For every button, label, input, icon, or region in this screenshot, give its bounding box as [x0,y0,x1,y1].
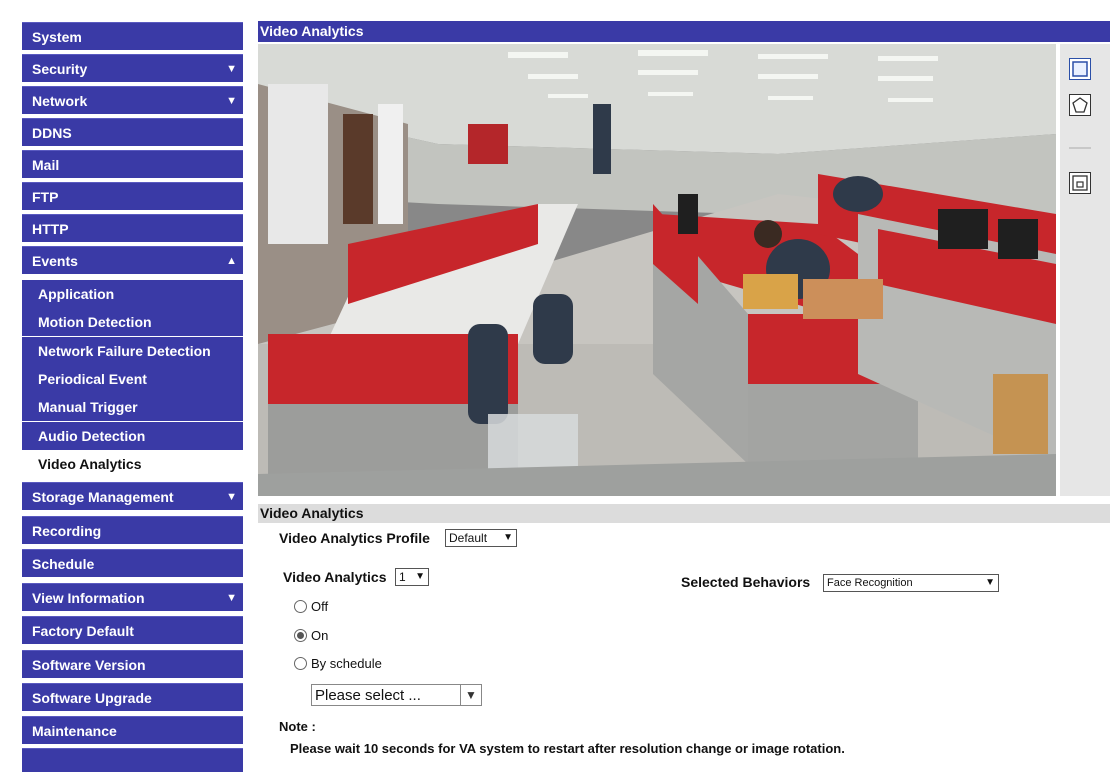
sidebar-item-software-version[interactable]: Software Version [22,650,243,678]
sidebar-item-security[interactable]: Security ▼ [22,54,243,82]
collapse-arrow-icon: ▲ [226,255,237,267]
sidebar-item-recording[interactable]: Recording [22,516,243,544]
window-icon[interactable] [1069,172,1091,194]
sidebar-item-system[interactable]: System [22,22,243,50]
chevron-down-icon: ▼ [460,685,481,705]
expand-arrow-icon: ▼ [226,592,237,604]
behaviors-select[interactable]: Face Recognition ▼ [823,574,999,592]
sidebar-item-empty [22,748,243,772]
expand-arrow-icon: ▼ [226,491,237,503]
sidebar-subitem-motion-detection[interactable]: Motion Detection [22,308,243,336]
sidebar-subitem-video-analytics[interactable]: Video Analytics [22,450,243,478]
sidebar-item-mail[interactable]: Mail [22,150,243,178]
profile-select[interactable]: Default ▼ [445,529,517,547]
rectangle-icon[interactable] [1069,58,1091,80]
sidebar-item-storage-management[interactable]: Storage Management ▼ [22,482,243,510]
sidebar-item-network[interactable]: Network ▼ [22,86,243,114]
drawing-toolbar [1060,44,1110,496]
va-select[interactable]: 1 ▼ [395,568,429,586]
sidebar-subitem-manual-trigger[interactable]: Manual Trigger [22,393,243,421]
radio-off[interactable] [294,600,307,613]
sidebar-subitem-application[interactable]: Application [22,280,243,308]
note-label: Note : [279,719,316,734]
camera-feed-image [258,44,1056,496]
sidebar-item-http[interactable]: HTTP [22,214,243,242]
video-preview[interactable] [258,44,1056,496]
sidebar-item-schedule[interactable]: Schedule [22,549,243,577]
sidebar-item-ftp[interactable]: FTP [22,182,243,210]
sidebar-subitem-periodical-event[interactable]: Periodical Event [22,365,243,393]
page-title: Video Analytics [258,21,1110,42]
expand-arrow-icon: ▼ [226,95,237,107]
chevron-down-icon: ▼ [985,577,995,588]
radio-on-label: On [311,628,329,643]
radio-on[interactable] [294,629,307,642]
sidebar-item-maintenance[interactable]: Maintenance [22,716,243,744]
radio-off-label: Off [311,599,329,614]
sidebar-item-software-upgrade[interactable]: Software Upgrade [22,683,243,711]
section-title: Video Analytics [258,504,1110,523]
sidebar-item-view-information[interactable]: View Information ▼ [22,583,243,611]
va-label: Video Analytics [283,569,387,585]
chevron-down-icon: ▼ [415,571,425,582]
sidebar-subitem-network-failure-detection[interactable]: Network Failure Detection [22,337,243,365]
note-text: Please wait 10 seconds for VA system to … [290,741,845,756]
pentagon-icon[interactable] [1069,94,1091,116]
schedule-select[interactable]: Please select ... ▼ [311,684,482,706]
radio-by-schedule[interactable] [294,657,307,670]
toolbar-divider [1069,147,1091,149]
sidebar-subitem-audio-detection[interactable]: Audio Detection [22,422,243,450]
radio-by-schedule-label: By schedule [311,656,382,671]
chevron-down-icon: ▼ [503,532,513,543]
sidebar-item-events[interactable]: Events ▲ [22,246,243,274]
sidebar-item-factory-default[interactable]: Factory Default [22,616,243,644]
behaviors-label: Selected Behaviors [681,574,811,590]
profile-label: Video Analytics Profile [279,530,430,546]
sidebar-item-ddns[interactable]: DDNS [22,118,243,146]
expand-arrow-icon: ▼ [226,63,237,75]
